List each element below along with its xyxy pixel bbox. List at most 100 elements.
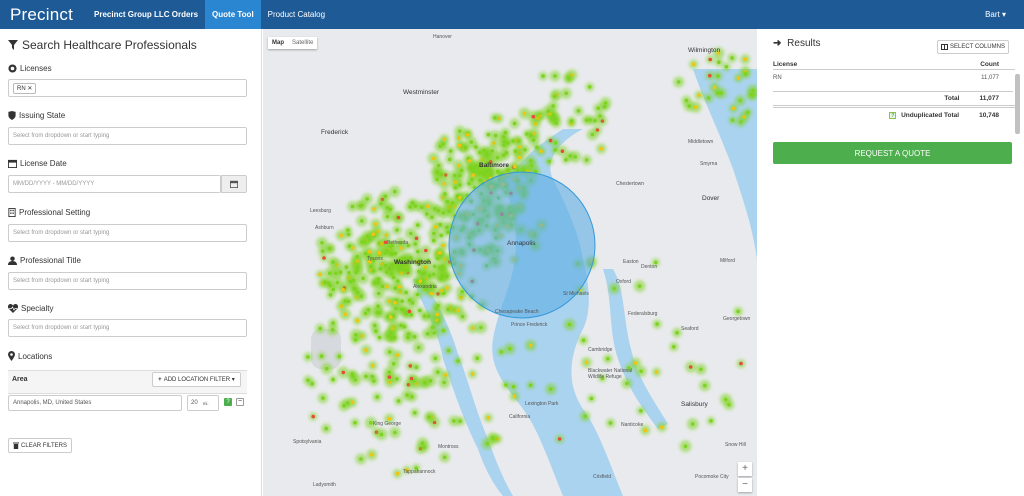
heat-point-core: [637, 284, 642, 288]
heat-point-core: [387, 350, 392, 354]
heat-point-core: [531, 138, 536, 142]
heat-point-core: [320, 241, 324, 245]
heatmap-map[interactable]: Hanover Westminster Frederick Baltimore …: [263, 29, 757, 496]
map-label: Tappahannock: [403, 469, 436, 475]
heat-point-core: [470, 372, 475, 376]
heat-point-core: [409, 231, 413, 236]
heat-point-core: [465, 132, 470, 137]
results-scrollbar[interactable]: [1015, 74, 1020, 134]
heat-point-core: [478, 178, 482, 182]
heat-point-core: [531, 114, 536, 119]
radius-input[interactable]: 20 mi.: [187, 395, 219, 411]
calendar-button[interactable]: [221, 175, 247, 193]
map-canvas[interactable]: [263, 29, 757, 496]
zoom-out-button[interactable]: −: [738, 478, 752, 492]
license-date-input[interactable]: MM/DD/YYYY - MM/DD/YYYY: [8, 175, 221, 193]
map-label: Bethesda: [387, 240, 409, 246]
licenses-label: Licenses: [8, 64, 52, 73]
heat-point-core: [400, 299, 404, 304]
map-label: Seaford: [681, 326, 699, 332]
heat-point-core: [471, 173, 476, 177]
heat-point-core: [690, 422, 695, 426]
licenses-input[interactable]: RN ✕: [8, 79, 247, 97]
map-label: Blackwater National Wildlife Refuge: [588, 368, 633, 380]
columns-icon: [941, 44, 949, 50]
heat-point-core: [353, 421, 357, 425]
heat-point-core: [388, 315, 393, 319]
nav-quote-tool[interactable]: Quote Tool: [205, 0, 261, 29]
issuing-state-input[interactable]: Select from dropdown or start typing: [8, 127, 247, 145]
heat-point-core: [724, 65, 729, 69]
map-type-map[interactable]: Map: [268, 37, 288, 49]
heat-point-core: [331, 260, 335, 264]
heat-point-core: [583, 414, 587, 419]
heat-point-core: [706, 96, 711, 100]
professional-setting-label: Professional Setting: [8, 208, 90, 217]
heat-point-core: [432, 231, 436, 236]
heat-point-core: [467, 159, 472, 163]
heat-point-core: [344, 265, 349, 269]
heat-point-core: [364, 348, 368, 352]
map-label: Wilmington: [688, 47, 721, 54]
heat-point-core: [442, 380, 446, 385]
heat-point-core: [452, 173, 457, 178]
heat-point-core: [377, 251, 382, 255]
heat-point-core: [643, 428, 648, 433]
heat-point-core: [675, 330, 679, 335]
license-chip-rn[interactable]: RN ✕: [13, 82, 37, 94]
heat-point-core: [446, 307, 450, 312]
heat-point-core: [469, 140, 474, 144]
calendar-icon: [8, 159, 17, 168]
heat-point-core: [743, 72, 748, 76]
clear-filters-button[interactable]: CLEAR FILTERS: [8, 438, 72, 453]
heat-point-core: [432, 238, 436, 243]
brand-logo[interactable]: Precinct: [0, 5, 87, 25]
heat-point-core: [458, 196, 462, 200]
heat-point-core: [456, 308, 461, 313]
heat-point-core: [324, 426, 328, 431]
top-navbar: Precinct Precinct Group LLC Orders Quote…: [0, 0, 1024, 29]
heat-point-core: [445, 286, 449, 290]
select-columns-button[interactable]: SELECT COLUMNS: [937, 40, 1009, 54]
professional-title-input[interactable]: Select from dropdown or start typing: [8, 272, 247, 290]
heat-point-core: [387, 416, 391, 421]
certificate-icon: [8, 64, 17, 73]
location-input[interactable]: Annapolis, MD, United States: [8, 395, 182, 411]
heat-point-core: [551, 104, 555, 108]
heat-point-core: [513, 149, 518, 153]
heat-point-core: [584, 158, 589, 162]
nav-product-catalog[interactable]: Product Catalog: [261, 0, 332, 29]
heat-point-core: [479, 325, 483, 330]
heat-point-core: [694, 105, 698, 109]
nav-orders[interactable]: Precinct Group LLC Orders: [87, 0, 205, 29]
help-icon[interactable]: ?: [889, 112, 897, 119]
heat-point-core: [355, 318, 360, 323]
map-label: Baltimore: [479, 162, 509, 169]
professional-setting-input[interactable]: Select from dropdown or start typing: [8, 224, 247, 242]
zoom-in-button[interactable]: +: [738, 462, 752, 476]
heat-point-core: [389, 331, 393, 335]
heat-point-core: [608, 421, 613, 425]
heat-point-core: [372, 207, 376, 211]
heat-point-core: [708, 73, 712, 78]
add-location-filter-button[interactable]: + ADD LOCATION FILTER ▾: [152, 372, 241, 387]
request-quote-button[interactable]: REQUEST A QUOTE: [773, 142, 1012, 164]
heat-point-core: [716, 74, 720, 78]
specialty-input[interactable]: Select from dropdown or start typing: [8, 319, 247, 337]
trash-icon: [13, 442, 20, 449]
map-label: Leesburg: [310, 208, 331, 214]
help-icon[interactable]: ?: [224, 398, 232, 406]
heat-point-core: [416, 345, 421, 350]
heat-point-core: [566, 75, 571, 80]
map-label: Spotsylvania: [293, 439, 322, 445]
map-type-satellite[interactable]: Satellite: [288, 37, 317, 49]
user-menu[interactable]: Bart ▾: [985, 0, 1006, 29]
heat-point-core: [590, 132, 595, 137]
heat-point-core: [395, 228, 399, 232]
heat-point-core: [409, 376, 414, 381]
remove-location-button[interactable]: −: [236, 398, 244, 406]
heat-point-core: [587, 85, 592, 89]
heat-point-core: [435, 177, 439, 182]
heat-point-core: [507, 346, 512, 351]
heat-point-core: [328, 283, 332, 288]
